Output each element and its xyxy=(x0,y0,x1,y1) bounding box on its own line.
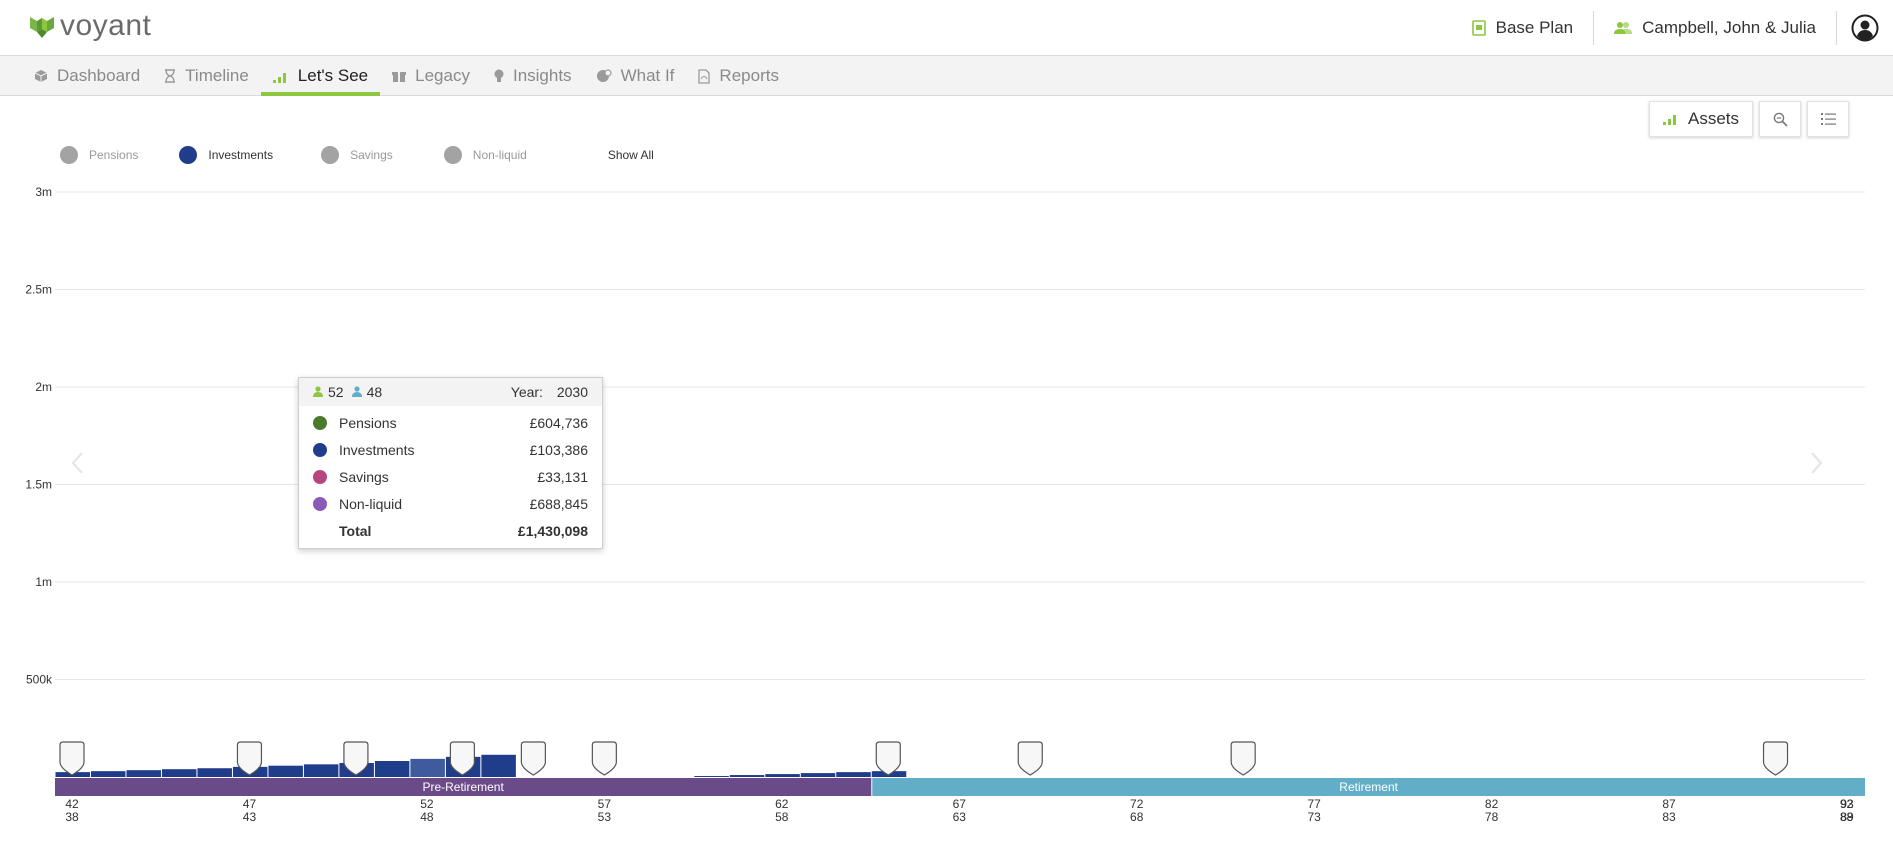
tooltip-row-label: Savings xyxy=(339,468,389,485)
y-tick-label: 2m xyxy=(35,380,52,394)
x-tick-age-primary: 77 xyxy=(1307,797,1321,811)
x-tick-age-primary: 57 xyxy=(598,797,612,811)
life-event-marker[interactable] xyxy=(520,741,546,776)
investments-bar[interactable] xyxy=(90,771,126,777)
x-tick-age-secondary: 68 xyxy=(1130,810,1144,824)
x-tick-age-secondary: 78 xyxy=(1485,810,1499,824)
life-event-marker[interactable] xyxy=(59,741,85,776)
investments-bar[interactable] xyxy=(197,768,232,777)
x-tick-age-primary: 82 xyxy=(1485,797,1499,811)
investments-bar[interactable] xyxy=(410,758,445,777)
tooltip-row-pensions: Pensions £604,736 xyxy=(299,409,602,436)
tooltip-header: 52 48 Year: 2030 xyxy=(299,378,602,406)
life-event-marker[interactable] xyxy=(1017,741,1043,776)
x-tick-age-secondary: 83 xyxy=(1662,810,1676,824)
life-event-marker[interactable] xyxy=(1230,741,1256,776)
x-tick-age-primary: 62 xyxy=(775,797,789,811)
x-tick-age-primary: 52 xyxy=(420,797,434,811)
series-dot xyxy=(313,469,327,484)
investments-bar[interactable] xyxy=(126,770,161,777)
life-event-marker[interactable] xyxy=(591,741,617,776)
x-tick-age-primary: 72 xyxy=(1130,797,1144,811)
y-tick-label: 2.5m xyxy=(25,283,52,297)
y-tick-label: 1.5m xyxy=(25,478,52,492)
x-tick-age-secondary: 53 xyxy=(598,810,612,824)
series-dot xyxy=(313,415,327,430)
tooltip-row-label: Non-liquid xyxy=(339,495,403,512)
chart-prev-arrow[interactable] xyxy=(68,448,88,478)
person-2-icon xyxy=(351,386,362,397)
tooltip-row-label: Investments xyxy=(339,441,415,458)
x-tick-age-secondary: 43 xyxy=(243,810,257,824)
tooltip-age-2: 48 xyxy=(366,384,383,400)
tooltip-age-1: 52 xyxy=(328,384,344,400)
x-tick-age-primary: 47 xyxy=(243,797,257,811)
life-event-marker[interactable] xyxy=(875,741,901,776)
x-tick-age-secondary: 89 xyxy=(1840,810,1854,824)
chart-next-arrow[interactable] xyxy=(1806,448,1826,478)
x-tick-age-secondary: 63 xyxy=(953,810,967,824)
x-tick-age-primary: 67 xyxy=(953,797,967,811)
x-tick-age-secondary: 58 xyxy=(775,810,789,824)
tooltip-row-investments: Investments £103,386 xyxy=(299,436,602,463)
investments-bar[interactable] xyxy=(694,776,729,777)
y-tick-label: 3m xyxy=(35,185,52,199)
x-tick-age-primary: 42 xyxy=(65,797,79,811)
investments-bar[interactable] xyxy=(161,769,197,777)
tooltip-row-label: Pensions xyxy=(339,414,397,431)
x-tick-age-primary: 87 xyxy=(1662,797,1676,811)
y-tick-label: 1m xyxy=(35,575,52,589)
tooltip-row-value: £33,131 xyxy=(537,468,588,485)
tooltip-year-label: Year: xyxy=(510,384,543,400)
tooltip-row-total: Total £1,430,098 xyxy=(299,517,602,544)
tooltip-row-value: £688,845 xyxy=(529,495,588,512)
phase-label: Pre-Retirement xyxy=(422,780,504,794)
tooltip-row-non-liquid: Non-liquid £688,845 xyxy=(299,490,602,517)
investments-bar[interactable] xyxy=(268,765,303,777)
tooltip-row-value: £103,386 xyxy=(529,441,588,458)
life-event-marker[interactable] xyxy=(1762,741,1789,776)
investments-bar[interactable] xyxy=(481,754,516,777)
x-tick-age-secondary: 48 xyxy=(420,810,434,824)
tooltip-row-savings: Savings £33,131 xyxy=(299,463,602,490)
data-tooltip: 52 48 Year: 2030 Pensions £604,736 Inves… xyxy=(298,377,603,549)
person-1-icon xyxy=(313,386,323,397)
investments-bar[interactable] xyxy=(765,774,800,777)
investments-bar[interactable] xyxy=(303,764,339,777)
series-dot xyxy=(313,496,327,511)
phase-label: Retirement xyxy=(1339,780,1398,794)
series-dot xyxy=(313,442,327,457)
x-tick-age-secondary: 73 xyxy=(1307,810,1321,824)
investments-bar[interactable] xyxy=(800,773,836,777)
x-tick-age-secondary: 38 xyxy=(65,810,79,824)
investments-bar[interactable] xyxy=(374,761,410,777)
investments-bar[interactable] xyxy=(729,775,765,777)
tooltip-year: 2030 xyxy=(556,384,588,400)
tooltip-row-value: £604,736 xyxy=(529,414,588,431)
x-tick-age-primary: 93 xyxy=(1840,797,1854,811)
y-tick-label: 500k xyxy=(26,673,53,687)
tooltip-total-label: Total xyxy=(339,522,372,539)
investments-bar[interactable] xyxy=(836,772,871,777)
assets-chart: 500k 1m 1.5m 2m 2.5m 3m Pre-Retirement Retirem… xyxy=(25,185,1865,824)
tooltip-total-value: £1,430,098 xyxy=(517,522,588,539)
